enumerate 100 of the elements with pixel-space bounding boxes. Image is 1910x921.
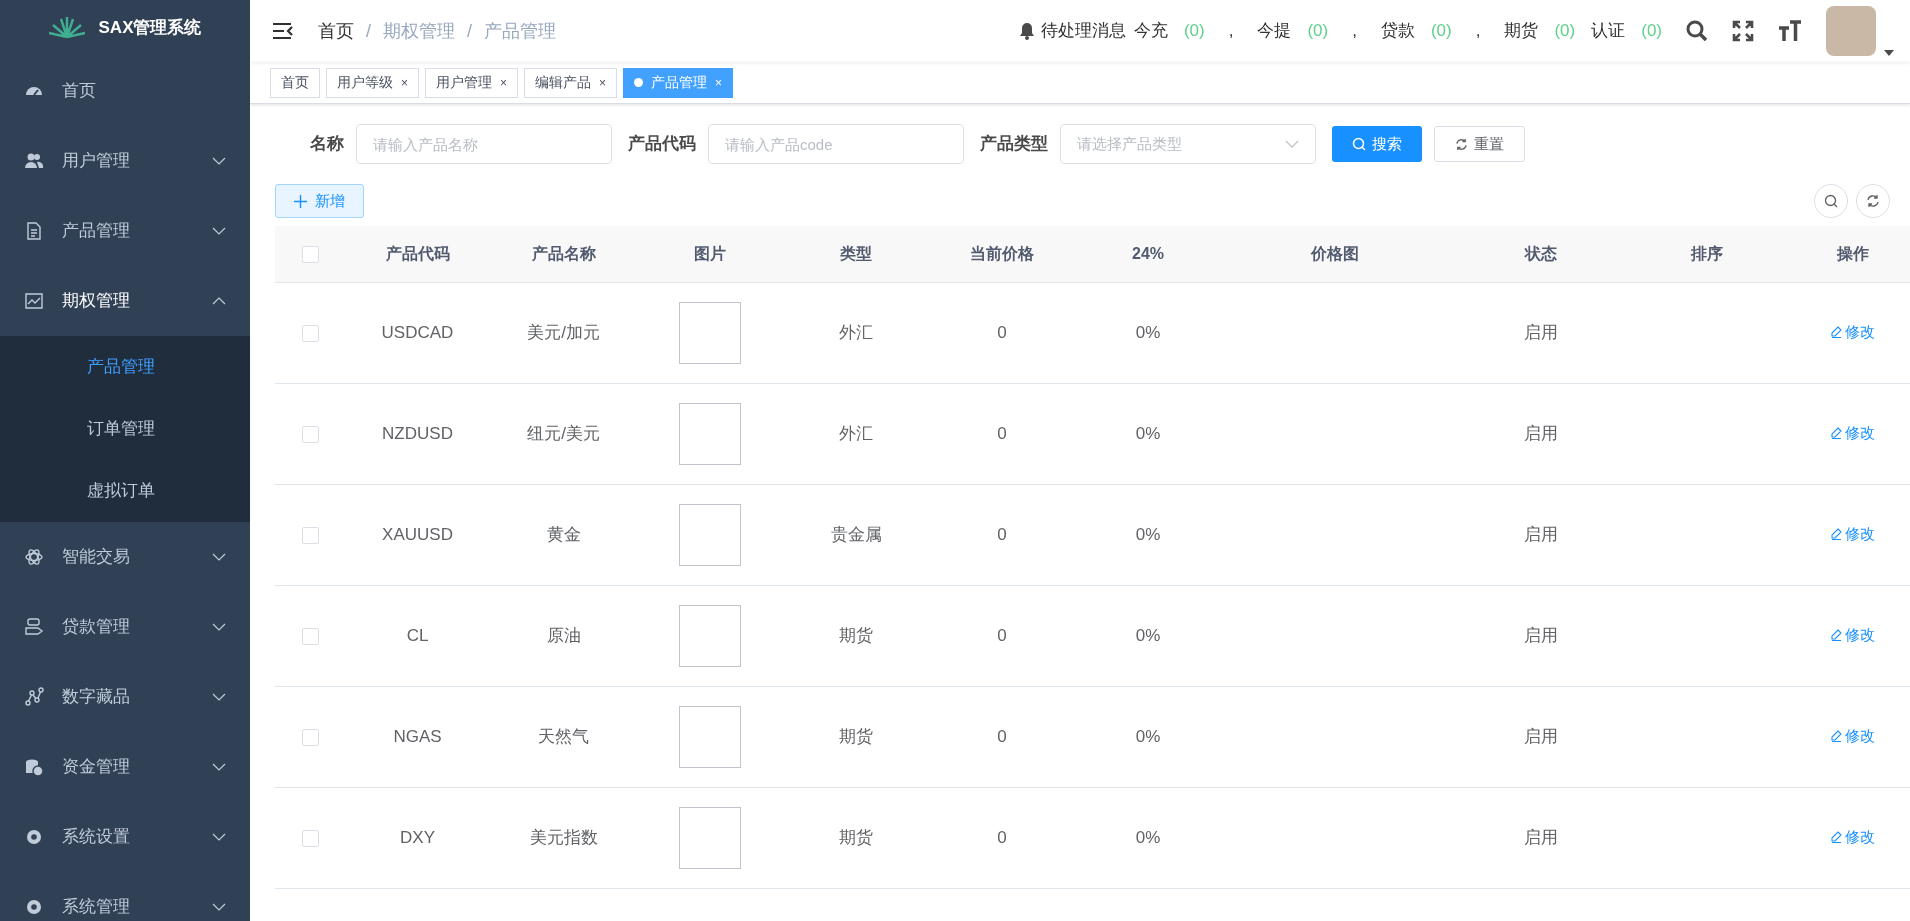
breadcrumb-separator: /: [366, 19, 371, 43]
sidebar-item[interactable]: 资金管理: [0, 732, 250, 802]
table-cell: 0: [997, 827, 1007, 847]
table-cell: 0%: [1135, 726, 1161, 746]
edit-link[interactable]: 修改: [1831, 320, 1875, 343]
sidebar-item[interactable]: 系统设置: [0, 802, 250, 872]
table-cell: 启用: [1524, 423, 1558, 443]
input-field[interactable]: 请输入产品名称: [356, 124, 612, 164]
row-checkbox[interactable]: [301, 728, 319, 746]
close-icon[interactable]: ×: [599, 73, 607, 92]
column-header: 类型: [840, 244, 872, 262]
sidebar-item[interactable]: 智能交易: [0, 522, 250, 592]
table-cell: 0%: [1135, 625, 1161, 645]
table-cell: 0: [997, 423, 1007, 443]
table-cell: 美元指数: [529, 827, 598, 847]
column-header: 排序: [1691, 244, 1723, 262]
table-cell: 0: [997, 726, 1007, 746]
notification-name[interactable]: 今充: [1133, 18, 1168, 44]
reset-button[interactable]: 重置: [1434, 126, 1525, 162]
close-icon[interactable]: ×: [401, 73, 408, 92]
tab[interactable]: 用户管理 ×: [425, 67, 519, 98]
search-toggle-button[interactable]: [1814, 184, 1848, 218]
table-cell: DXY: [400, 827, 435, 847]
sidebar-item[interactable]: 期权管理: [0, 266, 250, 336]
table-cell: 外汇: [839, 322, 873, 342]
sidebar-item[interactable]: 用户管理: [0, 126, 250, 196]
row-checkbox[interactable]: [301, 425, 319, 443]
sidebar-item[interactable]: 数字藏品: [0, 662, 250, 732]
sidebar-item[interactable]: 系统管理: [0, 872, 250, 921]
column-header: 操作: [1837, 244, 1869, 262]
table-cell: XAUUSD: [382, 524, 453, 544]
pencil-icon: [1831, 426, 1842, 439]
sidebar-subitem[interactable]: 订单管理: [0, 398, 250, 460]
table-cell: 期货: [839, 625, 873, 645]
table-cell: 0: [997, 322, 1007, 342]
notification-count: (0): [1430, 20, 1452, 43]
row-checkbox[interactable]: [301, 324, 319, 342]
column-header: 图片: [694, 244, 726, 262]
row-checkbox[interactable]: [301, 829, 319, 847]
pencil-icon: [1831, 325, 1842, 338]
notification-name[interactable]: 今提: [1257, 18, 1292, 44]
table-cell: 启用: [1524, 827, 1558, 847]
notification-count: (0): [1641, 20, 1662, 43]
table-cell: 0%: [1135, 827, 1161, 847]
logo-icon: [48, 17, 85, 39]
image-placeholder: [679, 705, 741, 768]
edit-link[interactable]: 修改: [1831, 825, 1875, 848]
separator-comma: ,: [1475, 20, 1481, 43]
table-cell: 0%: [1135, 322, 1161, 342]
logo-title: SAX管理系统: [98, 17, 202, 40]
notification-name[interactable]: 贷款: [1380, 18, 1415, 44]
separator-comma: ,: [1352, 20, 1357, 43]
search-icon[interactable]: [1686, 20, 1708, 42]
pencil-icon: [1831, 628, 1842, 641]
table-cell: 0: [997, 625, 1007, 645]
tab[interactable]: 用户等级 ×: [326, 67, 419, 98]
refresh-button[interactable]: [1856, 184, 1890, 218]
nodes-icon: [24, 687, 44, 707]
filter-label: 产品类型: [980, 133, 1048, 156]
table-cell: 0: [997, 524, 1007, 544]
table-cell: NGAS: [393, 726, 442, 746]
refresh-icon: [1866, 194, 1880, 208]
sidebar-subitem[interactable]: 虚拟订单: [0, 460, 250, 522]
bell-icon: [1018, 22, 1035, 40]
sidebar-item[interactable]: 产品管理: [0, 196, 250, 266]
plus-icon: [294, 194, 307, 208]
edit-link[interactable]: 修改: [1831, 522, 1875, 545]
avatar-photo-placeholder[interactable]: [1826, 6, 1876, 56]
menu-icon[interactable]: [272, 22, 294, 40]
table-cell: 启用: [1524, 524, 1558, 544]
sidebar-item[interactable]: 首页: [0, 56, 250, 126]
select-all-checkbox[interactable]: [301, 246, 319, 263]
table-cell: 0%: [1135, 524, 1161, 544]
sidebar-item[interactable]: 贷款管理: [0, 592, 250, 662]
table-cell: 原油: [546, 625, 581, 645]
breadcrumb-separator: /: [467, 19, 473, 43]
column-header: 产品名称: [531, 244, 596, 262]
notification-name[interactable]: 认证: [1591, 18, 1626, 44]
image-placeholder: [679, 402, 741, 465]
row-checkbox[interactable]: [301, 627, 319, 645]
edit-link[interactable]: 修改: [1831, 724, 1875, 747]
refresh-icon: [1455, 137, 1468, 151]
table-cell: USDCAD: [381, 322, 454, 342]
edit-link[interactable]: 修改: [1831, 623, 1875, 646]
row-checkbox[interactable]: [301, 526, 319, 544]
breadcrumb-item[interactable]: 首页: [318, 17, 354, 45]
edit-link[interactable]: 修改: [1831, 421, 1875, 444]
input-field[interactable]: 请输入产品code: [708, 124, 964, 164]
sidebar-subitem[interactable]: 产品管理: [0, 336, 250, 398]
pencil-icon: [1831, 527, 1842, 540]
close-icon[interactable]: ×: [500, 73, 508, 92]
tab[interactable]: 编辑产品 ×: [524, 67, 618, 98]
tab[interactable]: 首页: [270, 67, 320, 98]
notification-name[interactable]: 期货: [1504, 18, 1539, 44]
caret-icon[interactable]: [1884, 50, 1894, 56]
filter-label: 名称: [310, 133, 344, 156]
chart-icon: [24, 291, 44, 311]
column-header: 24%: [1132, 244, 1164, 262]
fullscreen-icon[interactable]: [1732, 20, 1754, 42]
font-size-icon[interactable]: [1778, 20, 1802, 42]
